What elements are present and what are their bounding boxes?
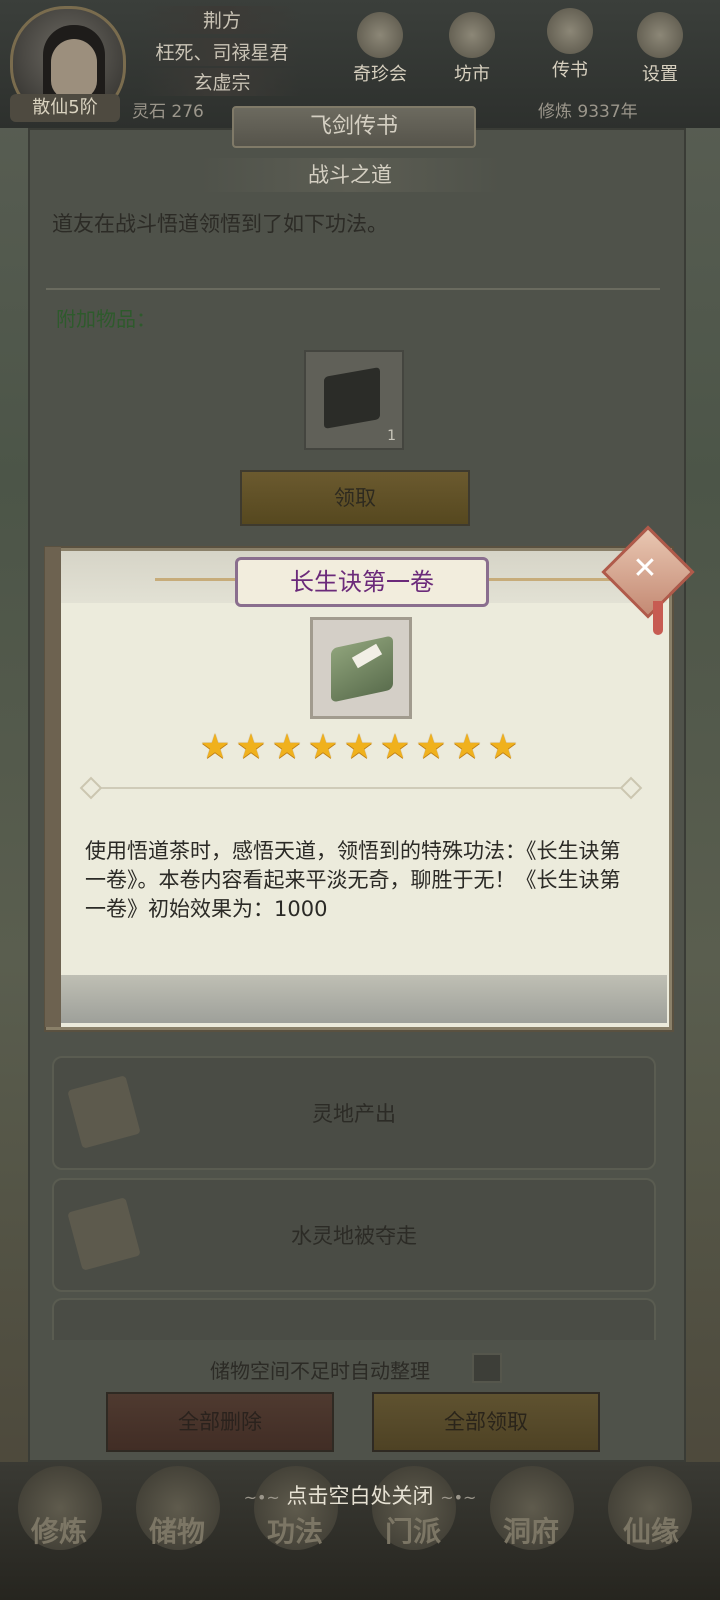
scroll-rod	[45, 547, 61, 1027]
star-icon: ★	[415, 727, 447, 767]
star-icon: ★	[379, 727, 411, 767]
book-icon	[331, 635, 393, 703]
star-icon: ★	[343, 727, 375, 767]
item-description: 使用悟道茶时，感悟天道，领悟到的特殊功法：《长生诀第一卷》。本卷内容看起来平淡无…	[85, 839, 621, 921]
modal-footer-band	[61, 975, 667, 1023]
star-icon: ★	[271, 727, 303, 767]
item-detail-modal: 长生诀第一卷 ★ ★ ★ ★ ★ ★ ★ ★ ★ 使用悟道茶时，感悟天道，领悟到的特殊功法：《长…	[45, 525, 695, 1030]
star-icon: ★	[235, 727, 267, 767]
item-icon-frame	[310, 617, 412, 719]
tassel-icon	[653, 601, 663, 635]
star-icon: ★	[199, 727, 231, 767]
star-icon: ★	[487, 727, 519, 767]
divider-right-diamond-icon	[619, 776, 643, 800]
star-icon: ★	[307, 727, 339, 767]
star-icon: ★	[451, 727, 483, 767]
star-rating: ★ ★ ★ ★ ★ ★ ★ ★ ★	[49, 727, 669, 767]
close-icon[interactable]: ✕	[625, 549, 665, 589]
modal-divider	[89, 787, 629, 789]
divider-left-diamond-icon	[79, 776, 103, 800]
modal-title: 长生诀第一卷	[235, 557, 489, 607]
